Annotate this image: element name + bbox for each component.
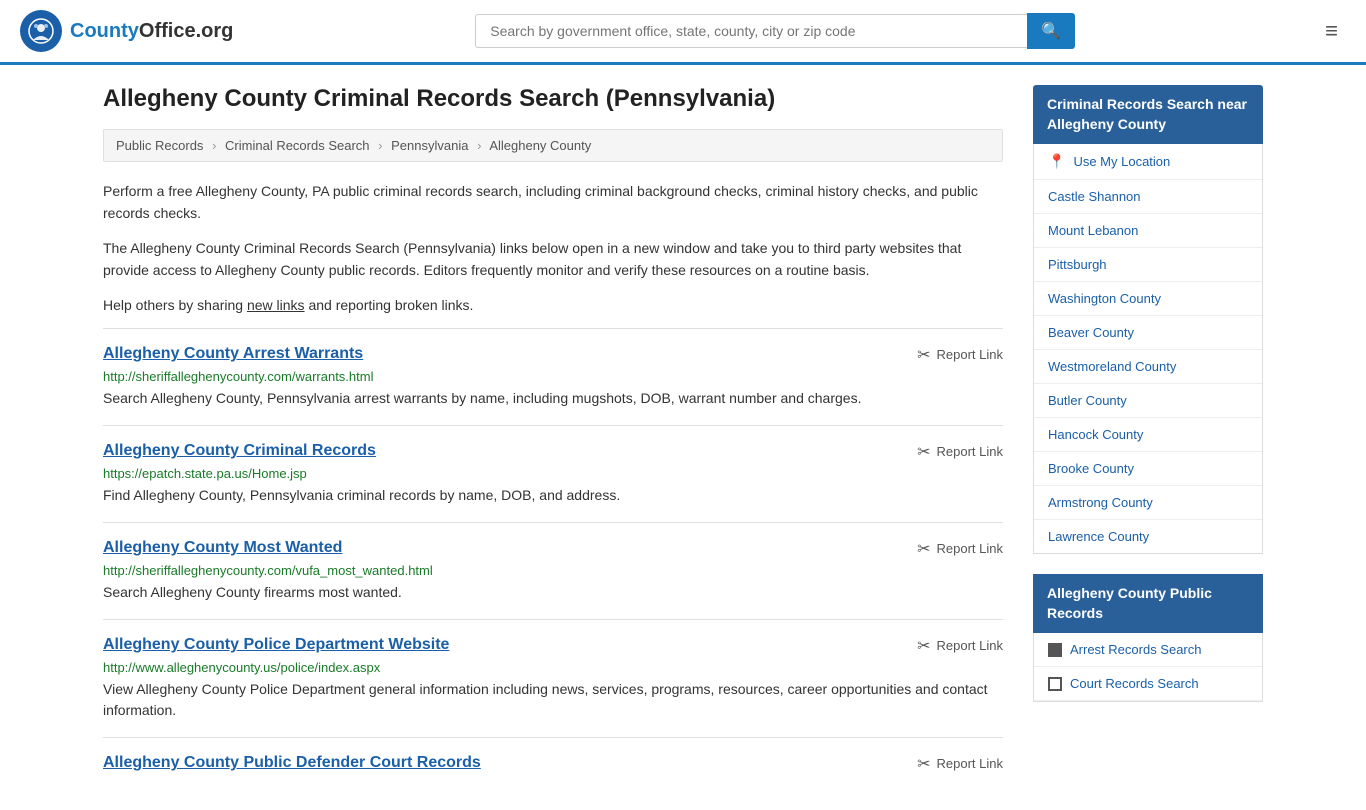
description-2: The Allegheny County Criminal Records Se… [103, 237, 1003, 282]
search-input[interactable] [475, 14, 1027, 48]
sidebar-item-beaver-county[interactable]: Beaver County [1034, 316, 1262, 350]
site-header: CountyOffice.org 🔍 ≡ [0, 0, 1366, 65]
sidebar-item-armstrong-county[interactable]: Armstrong County [1034, 486, 1262, 520]
sidebar-public-records-title: Allegheny County Public Records [1033, 574, 1263, 633]
sidebar-nearby-section: Criminal Records Search near Allegheny C… [1033, 85, 1263, 554]
result-desc-3: View Allegheny County Police Department … [103, 679, 1003, 721]
report-link-4[interactable]: ✂ Report Link [917, 754, 1003, 774]
result-item: Allegheny County Most Wanted ✂ Report Li… [103, 522, 1003, 619]
logo-area: CountyOffice.org [20, 10, 233, 52]
result-title-public-defender[interactable]: Allegheny County Public Defender Court R… [103, 754, 481, 772]
report-link-3[interactable]: ✂ Report Link [917, 636, 1003, 656]
sidebar-item-arrest-records[interactable]: Arrest Records Search [1034, 633, 1262, 667]
result-desc-2: Search Allegheny County firearms most wa… [103, 582, 1003, 603]
search-area: 🔍 [475, 13, 1075, 49]
breadcrumb-allegheny-county[interactable]: Allegheny County [489, 138, 591, 153]
report-icon: ✂ [917, 636, 930, 656]
breadcrumb: Public Records › Criminal Records Search… [103, 129, 1003, 162]
sidebar-public-records-list: Arrest Records Search Court Records Sear… [1033, 633, 1263, 702]
sidebar-use-my-location[interactable]: 📍 Use My Location [1034, 144, 1262, 180]
result-item: Allegheny County Arrest Warrants ✂ Repor… [103, 328, 1003, 425]
sidebar-item-castle-shannon[interactable]: Castle Shannon [1034, 180, 1262, 214]
logo-icon [20, 10, 62, 52]
result-url-1[interactable]: https://epatch.state.pa.us/Home.jsp [103, 466, 1003, 481]
sidebar-item-hancock-county[interactable]: Hancock County [1034, 418, 1262, 452]
result-item: Allegheny County Police Department Websi… [103, 619, 1003, 737]
sidebar-item-lawrence-county[interactable]: Lawrence County [1034, 520, 1262, 553]
report-link-0[interactable]: ✂ Report Link [917, 345, 1003, 365]
logo-text: CountyOffice.org [70, 20, 233, 43]
use-my-location-link[interactable]: Use My Location [1073, 154, 1170, 169]
sidebar-item-washington-county[interactable]: Washington County [1034, 282, 1262, 316]
result-title-arrest-warrants[interactable]: Allegheny County Arrest Warrants [103, 345, 363, 363]
report-link-1[interactable]: ✂ Report Link [917, 442, 1003, 462]
breadcrumb-public-records[interactable]: Public Records [116, 138, 203, 153]
breadcrumb-criminal-records-search[interactable]: Criminal Records Search [225, 138, 370, 153]
sidebar: Criminal Records Search near Allegheny C… [1033, 85, 1263, 790]
location-pin-icon: 📍 [1048, 153, 1065, 170]
description-3: Help others by sharing new links and rep… [103, 294, 1003, 316]
search-button[interactable]: 🔍 [1027, 13, 1075, 49]
result-url-2[interactable]: http://sheriffalleghenycounty.com/vufa_m… [103, 563, 1003, 578]
result-title-most-wanted[interactable]: Allegheny County Most Wanted [103, 539, 342, 557]
main-container: Allegheny County Criminal Records Search… [83, 65, 1283, 810]
report-link-2[interactable]: ✂ Report Link [917, 539, 1003, 559]
sidebar-item-pittsburgh[interactable]: Pittsburgh [1034, 248, 1262, 282]
search-icon: 🔍 [1041, 23, 1061, 40]
description-1: Perform a free Allegheny County, PA publ… [103, 180, 1003, 225]
results-list: Allegheny County Arrest Warrants ✂ Repor… [103, 328, 1003, 790]
result-url-0[interactable]: http://sheriffalleghenycounty.com/warran… [103, 369, 1003, 384]
result-desc-0: Search Allegheny County, Pennsylvania ar… [103, 388, 1003, 409]
page-title: Allegheny County Criminal Records Search… [103, 85, 1003, 113]
sidebar-item-butler-county[interactable]: Butler County [1034, 384, 1262, 418]
result-title-criminal-records[interactable]: Allegheny County Criminal Records [103, 442, 376, 460]
result-item: Allegheny County Public Defender Court R… [103, 737, 1003, 790]
content-area: Allegheny County Criminal Records Search… [103, 85, 1003, 790]
result-desc-1: Find Allegheny County, Pennsylvania crim… [103, 485, 1003, 506]
report-icon: ✂ [917, 539, 930, 559]
court-records-icon [1048, 677, 1062, 691]
result-url-3[interactable]: http://www.alleghenycounty.us/police/ind… [103, 660, 1003, 675]
sidebar-item-mount-lebanon[interactable]: Mount Lebanon [1034, 214, 1262, 248]
sidebar-item-westmoreland-county[interactable]: Westmoreland County [1034, 350, 1262, 384]
new-links-link[interactable]: new links [247, 297, 305, 313]
arrest-records-icon [1048, 643, 1062, 657]
report-icon: ✂ [917, 754, 930, 774]
report-icon: ✂ [917, 442, 930, 462]
breadcrumb-pennsylvania[interactable]: Pennsylvania [391, 138, 468, 153]
menu-button[interactable]: ≡ [1317, 14, 1346, 48]
sidebar-public-records-section: Allegheny County Public Records Arrest R… [1033, 574, 1263, 702]
sidebar-item-court-records[interactable]: Court Records Search [1034, 667, 1262, 701]
result-title-police-dept[interactable]: Allegheny County Police Department Websi… [103, 636, 449, 654]
result-item: Allegheny County Criminal Records ✂ Repo… [103, 425, 1003, 522]
sidebar-item-brooke-county[interactable]: Brooke County [1034, 452, 1262, 486]
report-icon: ✂ [917, 345, 930, 365]
menu-icon: ≡ [1325, 18, 1338, 43]
sidebar-nearby-title: Criminal Records Search near Allegheny C… [1033, 85, 1263, 144]
sidebar-nearby-list: 📍 Use My Location Castle Shannon Mount L… [1033, 144, 1263, 554]
